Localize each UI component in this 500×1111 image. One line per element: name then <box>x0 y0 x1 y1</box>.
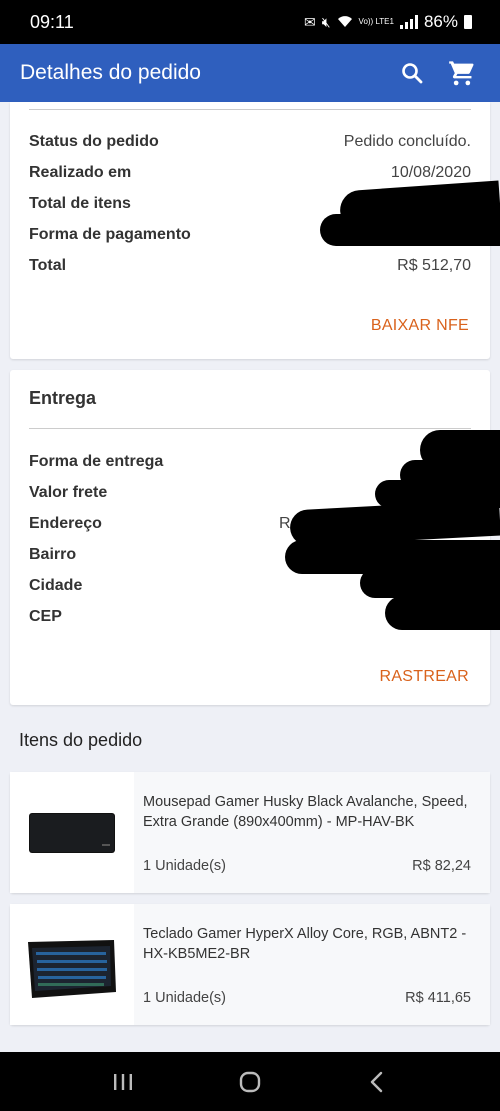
home-button[interactable] <box>225 1062 275 1102</box>
app-bar: Detalhes do pedido <box>0 44 500 102</box>
status-time: 09:11 <box>30 11 74 32</box>
row-value: R$ 512,70 <box>397 257 471 274</box>
back-button[interactable] <box>352 1062 402 1102</box>
row-label: CEP <box>29 608 62 625</box>
row-label: Total <box>29 257 67 274</box>
item-details: Mousepad Gamer Husky Black Avalanche, Sp… <box>134 772 490 893</box>
home-icon <box>239 1071 261 1092</box>
page-title: Detalhes do pedido <box>20 61 201 84</box>
search-button[interactable] <box>394 55 430 91</box>
recent-apps-icon <box>114 1073 133 1090</box>
wifi-icon <box>337 14 353 31</box>
track-button[interactable]: RASTREAR <box>379 668 469 686</box>
notification-icon: ✉ <box>303 13 316 30</box>
signal-icon <box>399 15 418 29</box>
row-label: Bairro <box>29 546 77 563</box>
status-icons: ✉ 🔇︎ Vo)) LTE1 86% <box>304 12 472 32</box>
row-label: Realizado em <box>29 164 132 181</box>
system-nav-bar <box>0 1052 500 1111</box>
summary-row-total: Total R$ 512,70 <box>29 257 471 279</box>
row-value: Pedido concluído. <box>343 133 471 150</box>
delivery-title: Entrega <box>29 388 97 408</box>
lte-label: Vo)) LTE1 <box>358 17 394 26</box>
cart-button[interactable] <box>444 55 480 91</box>
item-details: Teclado Gamer HyperX Alloy Core, RGB, AB… <box>134 904 490 1025</box>
row-label: Forma de entrega <box>29 453 164 470</box>
item-name: Teclado Gamer HyperX Alloy Core, RGB, AB… <box>143 926 467 962</box>
row-label: Total de itens <box>29 195 131 212</box>
battery-percent: 86% <box>423 12 458 31</box>
item-name: Mousepad Gamer Husky Black Avalanche, Sp… <box>143 794 468 830</box>
row-label: Endereço <box>29 515 102 532</box>
back-icon <box>370 1071 382 1092</box>
order-item[interactable]: Mousepad Gamer Husky Black Avalanche, Sp… <box>10 772 490 893</box>
item-price: R$ 82,24 <box>412 858 471 874</box>
item-price: R$ 411,65 <box>405 990 471 1006</box>
search-icon <box>402 63 423 84</box>
summary-row-status: Status do pedido Pedido concluído. <box>29 133 471 155</box>
item-image <box>10 904 133 1025</box>
status-bar: 09:11 ✉ 🔇︎ Vo)) LTE1 86% <box>0 0 500 44</box>
battery-icon <box>464 15 472 29</box>
mousepad-image <box>29 813 115 853</box>
items-section-title: Itens do pedido <box>19 730 143 750</box>
row-label: Status do pedido <box>29 133 159 150</box>
row-label: Forma de pagamento <box>29 226 191 243</box>
summary-row-date: Realizado em 10/08/2020 <box>29 164 471 186</box>
row-value: 10/08/2020 <box>390 164 471 181</box>
divider <box>29 428 471 429</box>
row-label: Cidade <box>29 577 83 594</box>
item-quantity: 1 Unidade(s) <box>143 858 227 874</box>
order-item[interactable]: Teclado Gamer HyperX Alloy Core, RGB, AB… <box>10 904 490 1025</box>
row-value: R <box>279 515 291 532</box>
cart-icon <box>449 61 474 86</box>
divider <box>29 109 471 110</box>
item-image <box>10 772 133 893</box>
recent-apps-button[interactable] <box>98 1062 148 1102</box>
download-nfe-button[interactable]: BAIXAR NFE <box>371 317 469 335</box>
row-label: Valor frete <box>29 484 108 501</box>
item-quantity: 1 Unidade(s) <box>143 990 227 1006</box>
mute-icon: 🔇︎ <box>321 13 331 30</box>
keyboard-image <box>28 940 116 998</box>
